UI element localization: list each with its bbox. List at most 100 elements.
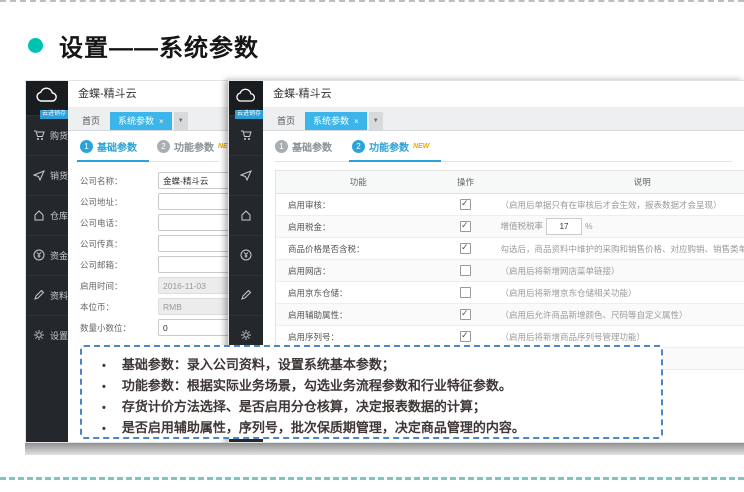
close-icon[interactable]: × [159,117,164,126]
money-icon [240,249,252,263]
field-label: 公司名称： [80,175,158,187]
tab-home[interactable]: 首页 [74,112,108,130]
company-name-field[interactable] [158,172,231,189]
sidebar-item-funds[interactable]: 资金 [26,235,68,275]
enable-tax-checkbox[interactable] [460,221,471,232]
step-tabs: 1 基础参数 2 功能参数 NEW [275,139,732,162]
sidebar-item-purchase[interactable]: 购货 [26,115,68,155]
function-description: （启用后将新增网店菜单链接） [491,260,744,282]
tab-system-params[interactable]: 系统参数× [305,112,367,130]
function-description: 增值税税率% [491,216,744,238]
tab-dropdown[interactable]: ▼ [174,112,188,130]
sidebar-item-data[interactable] [229,275,263,315]
tab-basic-params[interactable]: 1 基础参数 [80,139,137,154]
sidebar-item-data[interactable]: 资料 [26,275,68,315]
enable-serial-number-checkbox[interactable] [460,331,471,342]
field-label: 数量小数位： [80,322,158,334]
form-row-qty-decimals: 数量小数位： ▲▼ [80,317,219,338]
tab-system-params[interactable]: 系统参数× [110,112,172,130]
top-dashed-line [0,0,744,2]
warehouse-icon [240,209,252,223]
field-label: 公司电话： [80,217,158,229]
sidebar-item-label: 销货 [50,169,68,182]
cart-icon [240,129,252,143]
sidebar-item-label: 资料 [50,289,68,302]
sidebar-item-settings[interactable]: 设置 [26,315,68,355]
quantity-decimals-stepper[interactable] [158,319,231,336]
note-item: 功能参数：根据实际业务场景，勾选业务流程参数和行业特征参数。 [96,376,651,397]
close-icon[interactable]: × [354,117,359,126]
function-label: 启用税金： [276,216,441,238]
function-description: （启用后允许商品新增颜色、尺码等自定义属性） [491,304,744,326]
col-header-description: 说明 [491,171,744,194]
tab-function-params[interactable]: 2 功能参数 NEW [352,139,429,154]
table-row: 启用审核： （启用后单据只有在审核后才会生效，报表数据才会呈现） [276,194,744,216]
vat-rate-field[interactable] [546,218,582,235]
note-item: 基础参数：录入公司资料，设置系统基本参数； [96,355,651,376]
sidebar-item-purchase[interactable] [229,115,263,155]
function-label: 启用京东仓储： [276,282,441,304]
tab-function-params[interactable]: 2 功能参数 NEW [157,139,231,154]
tab-strip: 首页 系统参数× ▼ [68,108,231,131]
sidebar: 云进销存 购货 销货 仓库 资金 资料 设置 [26,81,68,442]
field-label: 本位币： [80,301,158,313]
send-icon [240,169,252,183]
enable-audit-checkbox[interactable] [460,199,471,210]
app-logo[interactable]: 云进销存 [26,81,68,115]
note-item: 存货计价方法选择、是否启用分仓核算，决定报表数据的计算； [96,397,651,418]
table-row: 启用税金： 增值税税率% [276,216,744,238]
logo-badge: 云进销存 [235,110,263,119]
step-tabs: 1 基础参数 2 功能参数 NEW [80,139,219,162]
company-phone-field[interactable] [158,214,231,231]
enable-jd-warehouse-checkbox[interactable] [460,287,471,298]
sidebar-item-warehouse[interactable]: 仓库 [26,195,68,235]
page-title: 设置——系统参数 [59,28,259,63]
tab-strip: 首页 系统参数× ▼ [263,108,744,131]
sidebar-item-warehouse[interactable] [229,195,263,235]
gear-icon [33,329,45,343]
money-icon [33,249,45,263]
sidebar-item-sales[interactable]: 销货 [26,155,68,195]
note-item: 是否启用辅助属性，序列号，批次保质期管理，决定商品管理的内容。 [96,418,651,439]
start-date-field [158,277,231,294]
step-number: 2 [157,140,170,153]
form-row-base-currency: 本位币： [80,296,219,317]
function-label: 启用辅助属性： [276,304,441,326]
vat-rate-label: 增值税税率 [501,221,544,231]
function-label: 商品价格是否含税： [276,238,441,260]
bullet-icon [28,38,43,53]
table-row: 启用网店： （启用后将新增网店菜单链接） [276,260,744,282]
bottom-dashed-line [0,477,744,480]
company-email-field[interactable] [158,256,231,273]
step-number: 2 [352,140,365,153]
sidebar-item-label: 仓库 [50,209,68,222]
company-address-field[interactable] [158,193,231,210]
company-fax-field[interactable] [158,235,231,252]
tab-home[interactable]: 首页 [269,112,303,130]
new-badge: NEW [413,143,429,150]
send-icon [33,169,45,183]
field-label: 公司传真： [80,238,158,250]
sidebar-item-label: 购货 [50,129,68,142]
table-row: 商品价格是否含税： 勾选后，商品资料中维护的采购和销售价格、对应购销、销售类单据… [276,238,744,260]
enable-online-store-checkbox[interactable] [460,265,471,276]
sidebar-item-sales[interactable] [229,155,263,195]
price-tax-included-checkbox[interactable] [460,243,471,254]
form-row-company-email: 公司邮箱： [80,254,219,275]
warehouse-icon [33,209,45,223]
enable-aux-attributes-checkbox[interactable] [460,309,471,320]
field-label: 公司邮箱： [80,259,158,271]
sidebar-item-label: 设置 [50,329,68,342]
pencil-icon [33,289,45,303]
tab-basic-params[interactable]: 1 基础参数 [275,139,332,154]
field-label: 公司地址： [80,196,158,208]
tab-dropdown[interactable]: ▼ [369,112,383,130]
function-label: 启用审核： [276,194,441,216]
notes-box: 基础参数：录入公司资料，设置系统基本参数； 功能参数：根据实际业务场景，勾选业务… [80,345,663,439]
logo-badge: 云进销存 [40,110,68,119]
app-title: 金蝶-精斗云 [68,81,231,108]
function-description: （启用后单据只有在审核后才会生效，报表数据才会呈现） [491,194,744,216]
app-logo[interactable]: 云进销存 [229,81,263,115]
sidebar-item-funds[interactable] [229,235,263,275]
sidebar-item-label: 资金 [50,249,68,262]
